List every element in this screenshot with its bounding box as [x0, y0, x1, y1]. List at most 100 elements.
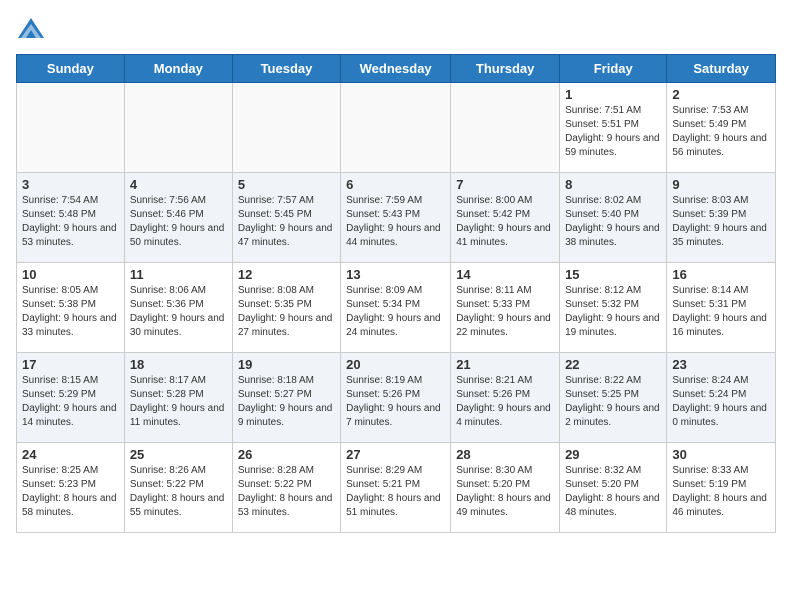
- calendar-cell: 15 Sunrise: 8:12 AM Sunset: 5:32 PM Dayli…: [560, 263, 667, 353]
- calendar-cell: 27 Sunrise: 8:29 AM Sunset: 5:21 PM Dayli…: [341, 443, 451, 533]
- day-number: 19: [238, 357, 335, 372]
- day-number: 25: [130, 447, 227, 462]
- calendar-cell: 19Sunrise: 8:18 AM Sunset: 5:27 PM Dayli…: [232, 353, 340, 443]
- day-number: 23: [672, 357, 770, 372]
- calendar-cell: 23Sunrise: 8:24 AM Sunset: 5:24 PM Dayli…: [667, 353, 776, 443]
- day-info: Sunrise: 7:57 AM Sunset: 5:45 PM Dayligh…: [238, 194, 335, 250]
- calendar-cell: 24 Sunrise: 8:25 AM Sunset: 5:23 PM Dayli…: [17, 443, 125, 533]
- calendar-cell: 18 Sunrise: 8:17 AM Sunset: 5:28 PM Dayli…: [124, 353, 232, 443]
- calendar-cell: 12 Sunrise: 8:08 AM Sunset: 5:35 PM Dayli…: [232, 263, 340, 353]
- weekday-header: Sunday: [17, 55, 125, 83]
- calendar-cell: 13 Sunrise: 8:09 AM Sunset: 5:34 PM Dayli…: [341, 263, 451, 353]
- day-info: Sunrise: 8:02 AM Sunset: 5:40 PM Dayligh…: [565, 194, 661, 250]
- day-number: 8: [565, 177, 661, 192]
- calendar-cell: 21Sunrise: 8:21 AM Sunset: 5:26 PM Dayli…: [451, 353, 560, 443]
- day-info: Sunrise: 8:26 AM Sunset: 5:22 PM Dayligh…: [130, 464, 227, 520]
- weekday-header: Thursday: [451, 55, 560, 83]
- day-number: 4: [130, 177, 227, 192]
- day-number: 20: [346, 357, 445, 372]
- calendar-cell: 1Sunrise: 7:51 AM Sunset: 5:51 PM Daylig…: [560, 83, 667, 173]
- day-number: 16: [672, 267, 770, 282]
- day-number: 21: [456, 357, 554, 372]
- calendar-cell: [124, 83, 232, 173]
- calendar-cell: 16 Sunrise: 8:14 AM Sunset: 5:31 PM Dayli…: [667, 263, 776, 353]
- calendar-cell: 7 Sunrise: 8:00 AM Sunset: 5:42 PM Daylig…: [451, 173, 560, 263]
- day-number: 9: [672, 177, 770, 192]
- day-info: Sunrise: 8:09 AM Sunset: 5:34 PM Dayligh…: [346, 284, 445, 340]
- calendar-cell: [451, 83, 560, 173]
- day-number: 24: [22, 447, 119, 462]
- calendar-cell: [232, 83, 340, 173]
- day-info: Sunrise: 8:08 AM Sunset: 5:35 PM Dayligh…: [238, 284, 335, 340]
- day-info: Sunrise: 8:30 AM Sunset: 5:20 PM Dayligh…: [456, 464, 554, 520]
- day-number: 22: [565, 357, 661, 372]
- day-number: 5: [238, 177, 335, 192]
- page-header: [16, 16, 776, 46]
- day-number: 26: [238, 447, 335, 462]
- day-number: 14: [456, 267, 554, 282]
- day-number: 7: [456, 177, 554, 192]
- logo: [16, 16, 50, 46]
- day-info: Sunrise: 8:12 AM Sunset: 5:32 PM Dayligh…: [565, 284, 661, 340]
- day-info: Sunrise: 8:15 AM Sunset: 5:29 PM Dayligh…: [22, 374, 119, 430]
- day-info: Sunrise: 7:51 AM Sunset: 5:51 PM Dayligh…: [565, 104, 661, 160]
- day-info: Sunrise: 8:03 AM Sunset: 5:39 PM Dayligh…: [672, 194, 770, 250]
- day-info: Sunrise: 8:29 AM Sunset: 5:21 PM Dayligh…: [346, 464, 445, 520]
- day-number: 18: [130, 357, 227, 372]
- day-info: Sunrise: 7:56 AM Sunset: 5:46 PM Dayligh…: [130, 194, 227, 250]
- calendar-header-row: SundayMondayTuesdayWednesdayThursdayFrid…: [17, 55, 776, 83]
- calendar-cell: 25 Sunrise: 8:26 AM Sunset: 5:22 PM Dayli…: [124, 443, 232, 533]
- calendar-week-row: 24 Sunrise: 8:25 AM Sunset: 5:23 PM Dayli…: [17, 443, 776, 533]
- day-info: Sunrise: 8:32 AM Sunset: 5:20 PM Dayligh…: [565, 464, 661, 520]
- calendar-cell: 28Sunrise: 8:30 AM Sunset: 5:20 PM Dayli…: [451, 443, 560, 533]
- day-info: Sunrise: 8:06 AM Sunset: 5:36 PM Dayligh…: [130, 284, 227, 340]
- day-number: 13: [346, 267, 445, 282]
- day-info: Sunrise: 8:11 AM Sunset: 5:33 PM Dayligh…: [456, 284, 554, 340]
- calendar-cell: 9 Sunrise: 8:03 AM Sunset: 5:39 PM Daylig…: [667, 173, 776, 263]
- calendar-cell: 2 Sunrise: 7:53 AM Sunset: 5:49 PM Daylig…: [667, 83, 776, 173]
- weekday-header: Wednesday: [341, 55, 451, 83]
- day-info: Sunrise: 8:19 AM Sunset: 5:26 PM Dayligh…: [346, 374, 445, 430]
- day-number: 2: [672, 87, 770, 102]
- calendar-cell: 20 Sunrise: 8:19 AM Sunset: 5:26 PM Dayli…: [341, 353, 451, 443]
- weekday-header: Saturday: [667, 55, 776, 83]
- day-info: Sunrise: 8:05 AM Sunset: 5:38 PM Dayligh…: [22, 284, 119, 340]
- calendar-week-row: 17Sunrise: 8:15 AM Sunset: 5:29 PM Dayli…: [17, 353, 776, 443]
- calendar-cell: [341, 83, 451, 173]
- day-number: 3: [22, 177, 119, 192]
- calendar-cell: 26 Sunrise: 8:28 AM Sunset: 5:22 PM Dayli…: [232, 443, 340, 533]
- day-info: Sunrise: 7:59 AM Sunset: 5:43 PM Dayligh…: [346, 194, 445, 250]
- day-info: Sunrise: 7:54 AM Sunset: 5:48 PM Dayligh…: [22, 194, 119, 250]
- calendar-cell: 29Sunrise: 8:32 AM Sunset: 5:20 PM Dayli…: [560, 443, 667, 533]
- day-info: Sunrise: 8:28 AM Sunset: 5:22 PM Dayligh…: [238, 464, 335, 520]
- day-info: Sunrise: 8:00 AM Sunset: 5:42 PM Dayligh…: [456, 194, 554, 250]
- calendar-cell: 5 Sunrise: 7:57 AM Sunset: 5:45 PM Daylig…: [232, 173, 340, 263]
- day-number: 30: [672, 447, 770, 462]
- day-number: 12: [238, 267, 335, 282]
- logo-icon: [16, 16, 46, 46]
- calendar-cell: 14 Sunrise: 8:11 AM Sunset: 5:33 PM Dayli…: [451, 263, 560, 353]
- day-info: Sunrise: 8:22 AM Sunset: 5:25 PM Dayligh…: [565, 374, 661, 430]
- day-number: 15: [565, 267, 661, 282]
- calendar-cell: 17Sunrise: 8:15 AM Sunset: 5:29 PM Dayli…: [17, 353, 125, 443]
- calendar-week-row: 10Sunrise: 8:05 AM Sunset: 5:38 PM Dayli…: [17, 263, 776, 353]
- weekday-header: Friday: [560, 55, 667, 83]
- calendar: SundayMondayTuesdayWednesdayThursdayFrid…: [16, 54, 776, 533]
- calendar-cell: 10Sunrise: 8:05 AM Sunset: 5:38 PM Dayli…: [17, 263, 125, 353]
- calendar-cell: 22 Sunrise: 8:22 AM Sunset: 5:25 PM Dayli…: [560, 353, 667, 443]
- day-info: Sunrise: 8:14 AM Sunset: 5:31 PM Dayligh…: [672, 284, 770, 340]
- calendar-week-row: 1Sunrise: 7:51 AM Sunset: 5:51 PM Daylig…: [17, 83, 776, 173]
- day-info: Sunrise: 8:17 AM Sunset: 5:28 PM Dayligh…: [130, 374, 227, 430]
- calendar-cell: 4 Sunrise: 7:56 AM Sunset: 5:46 PM Daylig…: [124, 173, 232, 263]
- calendar-cell: 3 Sunrise: 7:54 AM Sunset: 5:48 PM Daylig…: [17, 173, 125, 263]
- day-number: 6: [346, 177, 445, 192]
- calendar-cell: [17, 83, 125, 173]
- calendar-cell: 6 Sunrise: 7:59 AM Sunset: 5:43 PM Daylig…: [341, 173, 451, 263]
- day-info: Sunrise: 7:53 AM Sunset: 5:49 PM Dayligh…: [672, 104, 770, 160]
- weekday-header: Tuesday: [232, 55, 340, 83]
- day-number: 27: [346, 447, 445, 462]
- calendar-cell: 30Sunrise: 8:33 AM Sunset: 5:19 PM Dayli…: [667, 443, 776, 533]
- day-info: Sunrise: 8:25 AM Sunset: 5:23 PM Dayligh…: [22, 464, 119, 520]
- calendar-cell: 11 Sunrise: 8:06 AM Sunset: 5:36 PM Dayli…: [124, 263, 232, 353]
- day-number: 11: [130, 267, 227, 282]
